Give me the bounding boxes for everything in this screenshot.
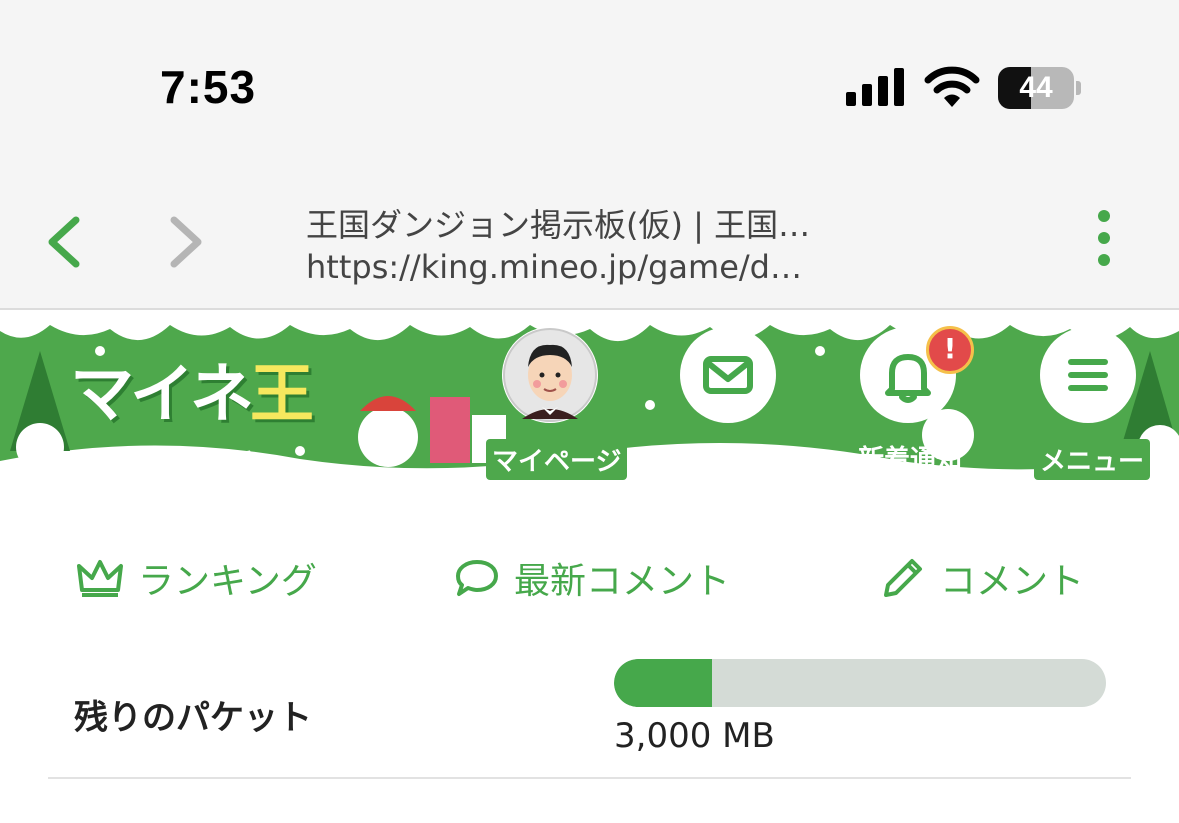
battery-icon: 44 <box>998 67 1082 109</box>
cellular-signal-icon <box>846 68 904 106</box>
beta-label: ベータ版 <box>156 449 252 477</box>
wifi-icon <box>924 66 980 107</box>
avatar <box>503 328 597 422</box>
browser-toolbar: 王国ダンジョン掲示板(仮) | 王国… https://king.mineo.j… <box>0 170 1179 310</box>
logo-text: マイネ王 <box>70 358 314 432</box>
tab-comment[interactable]: コメント <box>880 548 1084 608</box>
hamburger-icon <box>1068 359 1108 391</box>
remaining-packet-label: 残りのパケット <box>74 698 312 738</box>
forward-chevron-icon[interactable] <box>160 214 210 270</box>
speech-bubble-icon <box>456 560 498 596</box>
more-vertical-icon[interactable] <box>1086 210 1122 274</box>
page-url[interactable]: https://king.mineo.jp/game/d… <box>306 248 896 286</box>
status-time: 7:53 <box>160 61 257 113</box>
status-bar: 7:53 44 <box>0 0 1179 170</box>
mypage-button[interactable] <box>502 327 598 423</box>
message-label[interactable]: メッセージ <box>666 439 795 476</box>
tab-ranking-label: ランキング <box>138 561 317 602</box>
site-header-banner: マイネ王 ベータ版 マイページ メッセージ 新着通知 メニュー <box>0 311 1179 491</box>
mypage-label[interactable]: マイページ <box>486 439 628 480</box>
notification-badge: ! <box>926 326 974 374</box>
battery-percent: 44 <box>1019 71 1053 104</box>
back-chevron-icon[interactable] <box>40 214 90 270</box>
packet-progress-bar <box>614 659 1106 707</box>
pencil-icon <box>884 559 922 597</box>
remaining-packet-value: 3,000 MB <box>614 716 775 756</box>
menu-button[interactable] <box>1040 327 1136 423</box>
tab-latest-comments-label: 最新コメント <box>514 561 731 602</box>
menu-label[interactable]: メニュー <box>1034 439 1151 480</box>
notification-label[interactable]: 新着通知 <box>858 439 962 476</box>
site-logo[interactable]: マイネ王 ベータ版 <box>60 331 340 481</box>
crown-icon <box>77 560 123 597</box>
page-title[interactable]: 王国ダンジョン掲示板(仮) | 王国… <box>306 200 896 246</box>
divider <box>48 777 1131 779</box>
tab-ranking[interactable]: ランキング <box>76 548 317 608</box>
envelope-icon <box>703 356 753 394</box>
tab-latest-comments[interactable]: 最新コメント <box>454 548 730 608</box>
message-button[interactable] <box>680 327 776 423</box>
packet-progress-fill <box>614 659 713 707</box>
tab-comment-label: コメント <box>940 561 1085 602</box>
